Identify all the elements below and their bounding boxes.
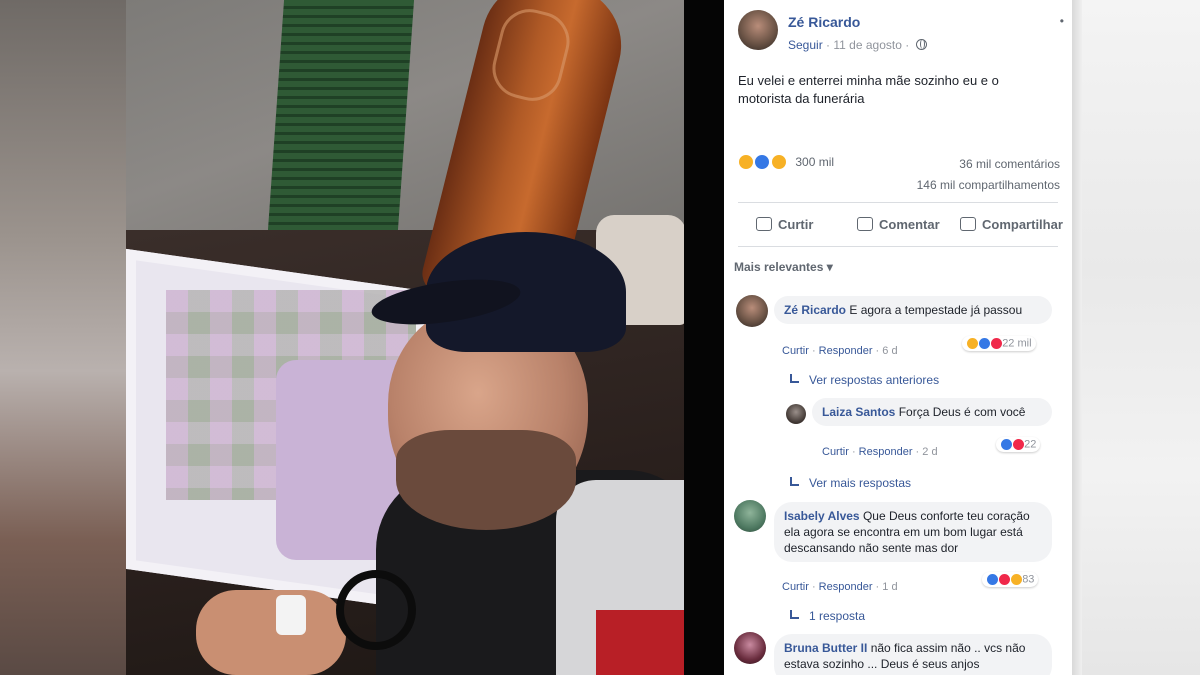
like-icon [1000,438,1013,451]
photo-jacket-red-detail [596,610,684,675]
love-icon [1012,438,1026,451]
commenter-avatar[interactable] [734,632,766,664]
comment-like-link[interactable]: Curtir [782,345,809,357]
commenter-name[interactable]: Bruna Butter II [784,641,867,655]
comment-sort-dropdown[interactable]: Mais relevantes ▾ [734,260,833,274]
comment-bubble: Isabely Alves Que Deus conforte teu cora… [774,502,1052,562]
shares-count[interactable]: 146 mil compartilhamentos [917,178,1060,192]
reply-arrow-icon [790,610,799,619]
view-one-reply[interactable]: 1 resposta [790,609,865,623]
divider [738,246,1058,247]
comment-meta: Curtir · Responder · 1 d [782,581,898,593]
blurred-background-right [1072,0,1200,675]
comment-time[interactable]: 2 d [922,446,937,458]
post-panel: Zé Ricardo Seguir · 11 de agosto · • Eu … [724,0,1072,675]
comment-reactions[interactable]: 22 mil [962,336,1036,351]
post-header: Zé Ricardo Seguir · 11 de agosto · • [738,10,1068,60]
comment-bubble: Bruna Butter II não fica assim não .. vc… [774,634,1052,675]
globe-icon [915,39,927,50]
comment-button[interactable]: Comentar [857,217,940,232]
like-icon [986,573,999,586]
wow-icon [770,153,787,170]
comment-text: Força Deus é com você [898,405,1026,419]
thumbs-up-icon [756,217,772,231]
commenter-avatar[interactable] [786,404,806,424]
meta-separator: · [905,38,913,52]
comment-reply-link[interactable]: Responder [819,345,873,357]
post-date[interactable]: 11 de agosto [833,38,902,52]
like-icon [754,153,771,170]
photo-man-beard [396,430,576,530]
comment-reaction-count: 22 mil [1002,337,1032,350]
comment-like-link[interactable]: Curtir [822,446,849,458]
sad-icon [966,337,979,350]
view-more-replies-label: Ver mais respostas [809,476,912,490]
background-edge [1072,0,1082,675]
comment-like-link[interactable]: Curtir [782,581,809,593]
comment-reactions[interactable]: 22 [996,437,1041,452]
more-options-icon[interactable]: • [1060,14,1064,28]
like-label: Curtir [778,217,814,232]
post-photo[interactable] [126,0,684,675]
sad-icon [738,153,754,170]
comment-reaction-count: 83 [1022,573,1035,586]
comment-label: Comentar [879,217,940,232]
view-one-reply-label: 1 resposta [809,609,866,623]
photo-headphones [336,570,416,650]
comment-reply-link[interactable]: Responder [819,581,873,593]
commenter-name[interactable]: Isabely Alves [784,509,860,523]
post-meta: Seguir · 11 de agosto · [788,38,927,52]
comment-time[interactable]: 6 d [882,345,897,357]
comments-count[interactable]: 36 mil comentários [959,157,1060,171]
comment-icon [857,217,873,231]
photo-panel-divider [684,0,724,675]
commenter-avatar[interactable] [734,500,766,532]
like-icon [978,337,992,350]
reply-arrow-icon [790,477,799,486]
commenter-name[interactable]: Zé Ricardo [784,303,846,317]
post-actions: Curtir Comentar Compartilhar [738,212,1072,240]
photo-green-shutter [267,0,415,230]
comment-meta: Curtir · Responder · 2 d [822,446,938,458]
view-previous-replies-label: Ver respostas anteriores [809,373,940,387]
comment-reaction-count: 22 [1024,438,1037,451]
reply-arrow-icon [790,374,799,383]
comment-bubble: Zé Ricardo E agora a tempestade já passo… [774,296,1052,324]
author-avatar[interactable] [738,10,778,50]
divider [738,202,1058,203]
comment-time[interactable]: 1 d [882,581,897,593]
photo-wrist-band [276,595,306,635]
share-label: Compartilhar [982,217,1063,232]
love-icon [998,573,1012,586]
share-button[interactable]: Compartilhar [960,217,1063,232]
photo-man-arm [196,590,346,675]
commenter-avatar[interactable] [736,295,768,327]
share-icon [960,217,976,231]
comment-reply-link[interactable]: Responder [859,446,913,458]
view-more-replies[interactable]: Ver mais respostas [790,476,911,490]
author-name[interactable]: Zé Ricardo [788,14,860,30]
post-text: Eu velei e enterrei minha mãe sozinho eu… [738,73,999,106]
like-button[interactable]: Curtir [756,217,813,232]
comment-reactions[interactable]: 83 [982,572,1039,587]
comment-meta: Curtir · Responder · 6 d [782,345,898,357]
follow-link[interactable]: Seguir [788,38,823,52]
view-previous-replies[interactable]: Ver respostas anteriores [790,373,939,387]
commenter-name[interactable]: Laiza Santos [822,405,895,419]
comment-bubble: Laiza Santos Força Deus é com você [812,398,1052,426]
blurred-background-left [0,0,126,675]
comment-text: E agora a tempestade já passou [849,303,1023,317]
reaction-count: 300 mil [795,154,835,169]
